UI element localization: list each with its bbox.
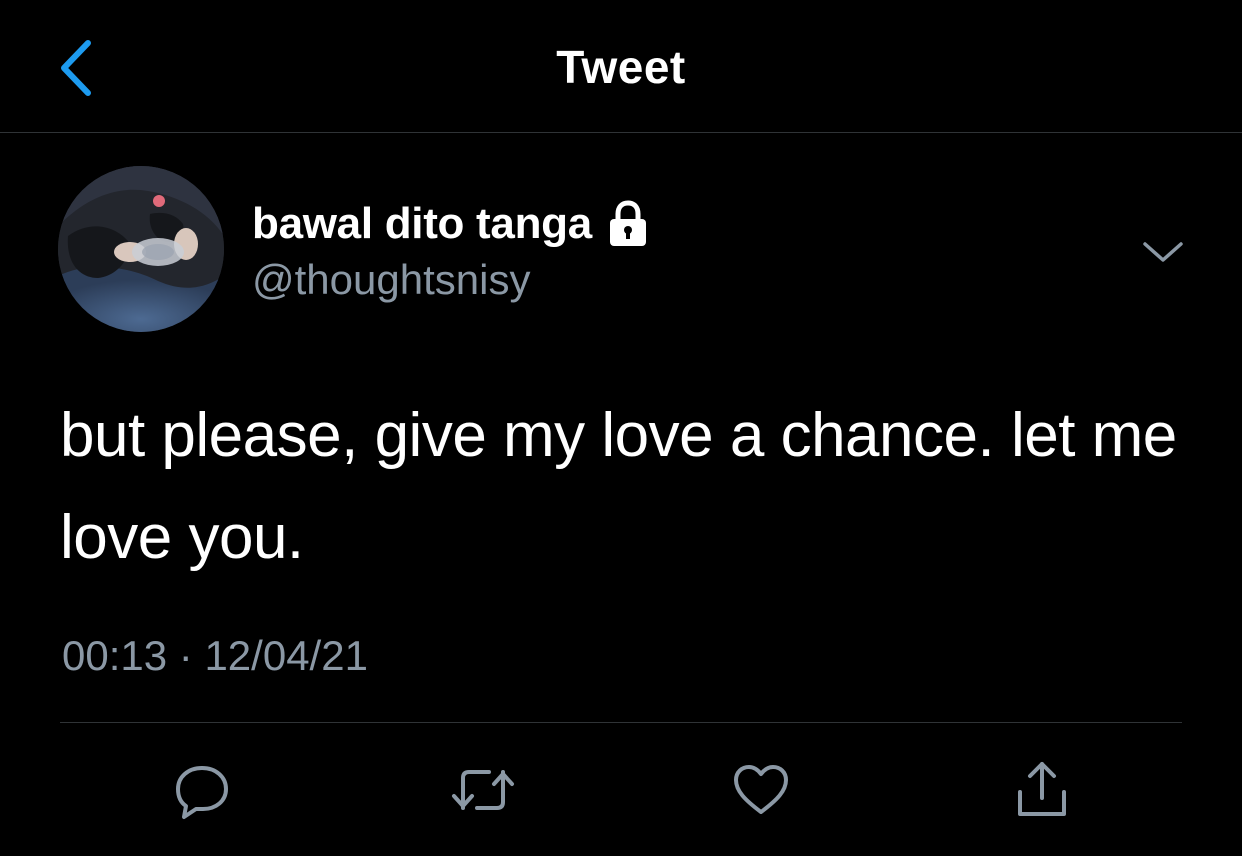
- reply-icon: [176, 766, 228, 819]
- timestamp-separator: ·: [178, 632, 193, 679]
- share-button[interactable]: [1006, 754, 1078, 826]
- tweet-date[interactable]: 12/04/21: [204, 632, 368, 679]
- retweet-icon: [452, 770, 514, 810]
- avatar[interactable]: [58, 166, 224, 332]
- like-button[interactable]: [725, 754, 797, 826]
- chevron-down-icon: [1143, 242, 1183, 262]
- nav-bar: Tweet: [0, 0, 1242, 133]
- heart-icon: [734, 765, 788, 814]
- share-icon: [1018, 762, 1066, 816]
- more-options-button[interactable]: [1138, 230, 1188, 274]
- tweet-text: but please, give my love a chance. let m…: [60, 401, 1177, 572]
- divider: [60, 722, 1182, 723]
- reply-button[interactable]: [166, 754, 238, 826]
- lock-icon: [609, 200, 646, 246]
- action-bar: [0, 754, 1242, 826]
- tweet-timestamp: 00:13 · 12/04/21: [62, 632, 368, 680]
- author-name-row: bawal dito tanga: [252, 196, 650, 252]
- page-title: Tweet: [556, 41, 686, 93]
- display-name[interactable]: bawal dito tanga: [252, 199, 592, 249]
- profile-photo: [58, 166, 224, 332]
- author-handle[interactable]: @thoughtsnisy: [252, 256, 530, 304]
- tweet-time[interactable]: 00:13: [62, 632, 167, 679]
- retweet-button[interactable]: [447, 754, 519, 826]
